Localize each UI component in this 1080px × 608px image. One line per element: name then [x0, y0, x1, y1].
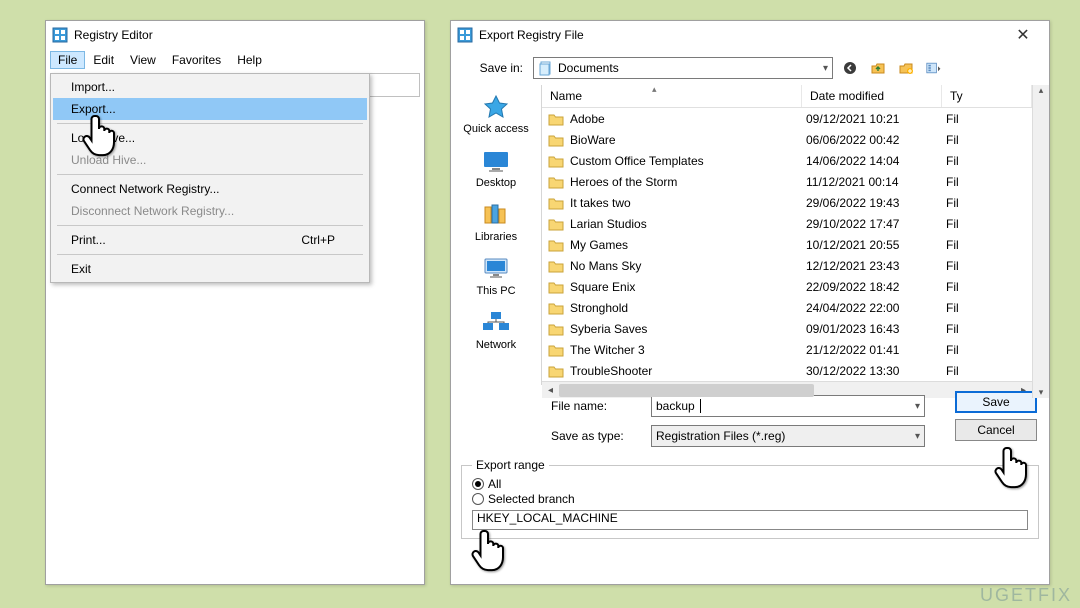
up-one-level-button[interactable] [867, 57, 889, 79]
horizontal-scrollbar[interactable]: ◂ ▸ [542, 381, 1032, 398]
close-button[interactable]: ✕ [1003, 25, 1043, 45]
menu-help[interactable]: Help [229, 51, 270, 69]
scroll-up-icon[interactable]: ▴ [1033, 85, 1049, 96]
file-name-label: File name: [551, 399, 641, 413]
menubar: File Edit View Favorites Help [46, 49, 424, 71]
table-row[interactable]: Custom Office Templates14/06/2022 14:04F… [542, 150, 1032, 171]
folder-icon [548, 153, 564, 169]
place-this-pc[interactable]: This PC [476, 253, 515, 303]
file-name-input[interactable]: backup ▾ [651, 395, 925, 417]
column-name[interactable]: Name [542, 85, 802, 107]
folder-icon [548, 321, 564, 337]
column-date-modified[interactable]: Date modified [802, 85, 942, 107]
file-menu-dropdown: Import... Export... Load Hive... Unload … [50, 73, 370, 283]
menu-export[interactable]: Export... [53, 98, 367, 120]
table-row[interactable]: Stronghold24/04/2022 22:00Fil [542, 297, 1032, 318]
table-row[interactable]: My Games10/12/2021 20:55Fil [542, 234, 1032, 255]
watermark: UGETFIX [980, 585, 1072, 606]
folder-icon [548, 195, 564, 211]
menu-unload-hive: Unload Hive... [53, 149, 367, 171]
folder-icon [548, 279, 564, 295]
cancel-button[interactable]: Cancel [955, 419, 1037, 441]
menu-favorites[interactable]: Favorites [164, 51, 229, 69]
table-row[interactable]: Larian Studios29/10/2022 17:47Fil [542, 213, 1032, 234]
places-bar: Quick access Desktop Libraries This PC N… [451, 85, 541, 385]
menu-load-hive[interactable]: Load Hive... [53, 127, 367, 149]
export-range-group: Export range All Selected branch HKEY_LO… [461, 465, 1039, 539]
chevron-down-icon: ▾ [823, 63, 828, 74]
documents-icon [538, 60, 554, 76]
menu-print[interactable]: Print...Ctrl+P [53, 229, 367, 251]
export-range-legend: Export range [472, 458, 549, 472]
list-header: ▴ Name Date modified Ty [542, 85, 1032, 108]
export-dialog: Export Registry File ✕ Save in: Document… [450, 20, 1050, 585]
place-desktop[interactable]: Desktop [476, 145, 516, 195]
folder-icon [548, 258, 564, 274]
regedit-icon [457, 27, 473, 43]
folder-icon [548, 363, 564, 379]
table-row[interactable]: No Mans Sky12/12/2021 23:43Fil [542, 255, 1032, 276]
menu-disconnect-network: Disconnect Network Registry... [53, 200, 367, 222]
regedit-icon [52, 27, 68, 43]
menu-import[interactable]: Import... [53, 76, 367, 98]
place-libraries[interactable]: Libraries [475, 199, 517, 249]
table-row[interactable]: BioWare06/06/2022 00:42Fil [542, 129, 1032, 150]
table-row[interactable]: Adobe09/12/2021 10:21Fil [542, 108, 1032, 129]
menu-view[interactable]: View [122, 51, 164, 69]
folder-icon [548, 216, 564, 232]
table-row[interactable]: The Witcher 321/12/2022 01:41Fil [542, 339, 1032, 360]
folder-icon [548, 300, 564, 316]
back-button[interactable] [839, 57, 861, 79]
file-list: ▴ Name Date modified Ty Adobe09/12/2021 … [541, 85, 1049, 385]
save-in-label: Save in: [463, 61, 523, 75]
folder-icon [548, 342, 564, 358]
table-row[interactable]: It takes two29/06/2022 19:43Fil [542, 192, 1032, 213]
menu-exit[interactable]: Exit [53, 258, 367, 280]
save-as-type-combo[interactable]: Registration Files (*.reg) ▾ [651, 425, 925, 447]
place-network[interactable]: Network [476, 307, 516, 357]
dialog-title: Export Registry File [479, 28, 584, 42]
dialog-titlebar: Export Registry File ✕ [451, 21, 1049, 49]
radio-icon [472, 493, 484, 505]
menu-file[interactable]: File [50, 51, 85, 69]
save-as-type-label: Save as type: [551, 429, 641, 443]
radio-icon [472, 478, 484, 490]
menu-edit[interactable]: Edit [85, 51, 122, 69]
column-type[interactable]: Ty [942, 85, 1032, 107]
registry-editor-window: Registry Editor File Edit View Favorites… [45, 20, 425, 585]
place-quick-access[interactable]: Quick access [463, 91, 528, 141]
scroll-down-icon[interactable]: ▾ [1033, 387, 1049, 398]
table-row[interactable]: Square Enix22/09/2022 18:42Fil [542, 276, 1032, 297]
sort-indicator-icon: ▴ [652, 84, 657, 95]
radio-all[interactable]: All [472, 477, 1028, 491]
menu-connect-network[interactable]: Connect Network Registry... [53, 178, 367, 200]
view-menu-button[interactable] [923, 57, 945, 79]
branch-input[interactable]: HKEY_LOCAL_MACHINE [472, 510, 1028, 530]
radio-selected-branch[interactable]: Selected branch [472, 492, 1028, 506]
save-in-combo[interactable]: Documents ▾ [533, 57, 833, 79]
vertical-scrollbar[interactable]: ▴ ▾ [1032, 85, 1049, 398]
folder-icon [548, 237, 564, 253]
window-title: Registry Editor [74, 28, 153, 42]
chevron-down-icon: ▾ [915, 431, 920, 442]
save-in-row: Save in: Documents ▾ [451, 49, 1049, 85]
chevron-down-icon: ▾ [915, 401, 920, 412]
table-row[interactable]: Heroes of the Storm11/12/2021 00:14Fil [542, 171, 1032, 192]
folder-icon [548, 132, 564, 148]
folder-icon [548, 174, 564, 190]
folder-icon [548, 111, 564, 127]
table-row[interactable]: Syberia Saves09/01/2023 16:43Fil [542, 318, 1032, 339]
titlebar: Registry Editor [46, 21, 424, 49]
new-folder-button[interactable] [895, 57, 917, 79]
table-row[interactable]: TroubleShooter30/12/2022 13:30Fil [542, 360, 1032, 381]
